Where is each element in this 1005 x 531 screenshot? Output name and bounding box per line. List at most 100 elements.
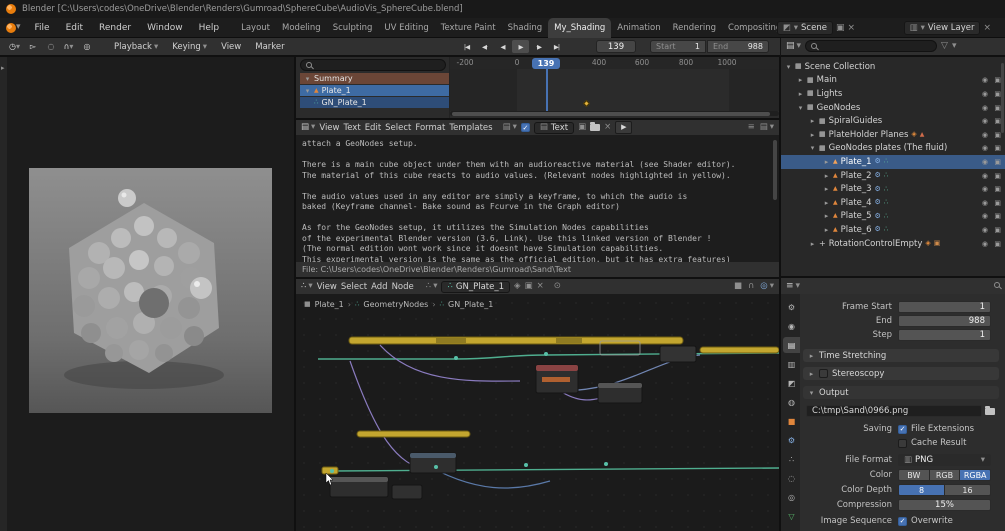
new-scene-icon[interactable] (836, 24, 845, 33)
camera-restrict-icon[interactable] (994, 76, 1001, 84)
outliner-row[interactable]: Lights (781, 87, 1005, 101)
run-script-button[interactable] (615, 121, 633, 134)
expand-icon[interactable] (809, 131, 816, 139)
camera-restrict-icon[interactable] (994, 226, 1001, 234)
eye-icon[interactable] (982, 199, 988, 207)
view-layer-selector[interactable]: View Layer (903, 21, 981, 35)
overlays-toggle[interactable] (760, 282, 774, 291)
new-text-icon[interactable] (578, 123, 586, 132)
geometry-nodes-icon[interactable] (884, 199, 888, 206)
copy-datablock-icon[interactable] (525, 282, 533, 291)
depth-8-button[interactable]: 8 (898, 484, 945, 496)
frame-end-field[interactable]: End 988 (707, 40, 769, 53)
menu-add[interactable]: Add (371, 282, 387, 292)
modifier-icon[interactable] (875, 172, 881, 179)
menu-keying[interactable]: Keying (172, 42, 207, 52)
editor-type-text-button[interactable] (301, 123, 315, 132)
expand-icon[interactable] (809, 144, 816, 152)
camera-restrict-icon[interactable] (994, 172, 1001, 180)
play-reverse-button[interactable] (494, 40, 511, 53)
unlink-scene-icon[interactable] (847, 24, 855, 33)
expand-icon[interactable] (809, 240, 816, 248)
outliner-row[interactable]: PlateHolder Planes (781, 128, 1005, 142)
expand-icon[interactable] (823, 172, 830, 180)
outliner-scrollbar[interactable] (1001, 63, 1004, 133)
outliner-row[interactable]: Plate_6 (781, 223, 1005, 237)
editor-type-node-button[interactable] (301, 282, 313, 291)
word-wrap-icon[interactable] (748, 123, 755, 132)
menu-select[interactable]: Select (385, 123, 411, 133)
sidebar-toggle-icon[interactable] (1, 65, 5, 72)
output-path-field[interactable]: C:\tmp\Sand\0966.png (806, 405, 982, 417)
menu-view[interactable]: View (221, 42, 241, 52)
camera-restrict-icon[interactable] (994, 240, 1001, 248)
eye-icon[interactable] (982, 131, 988, 139)
camera-restrict-icon[interactable] (994, 90, 1001, 98)
properties-tab-view-layer[interactable] (783, 356, 800, 372)
menu-view[interactable]: View (319, 123, 339, 133)
text-scrollbar[interactable] (773, 140, 777, 200)
editor-type-timeline-button[interactable] (6, 40, 23, 53)
jump-to-end-button[interactable] (548, 40, 565, 53)
keyframe-diamond[interactable] (582, 99, 591, 108)
snap-icon[interactable] (734, 282, 742, 291)
expand-icon[interactable] (823, 158, 830, 166)
frame-start-field[interactable]: Start 1 (650, 40, 706, 53)
menu-text[interactable]: Text (343, 123, 360, 133)
filter-icon[interactable] (941, 42, 948, 51)
time-stretching-panel[interactable]: Time Stretching (803, 349, 999, 362)
workspace-tab[interactable]: Modeling (276, 18, 327, 38)
menu-view[interactable]: View (317, 282, 337, 292)
search-icon[interactable] (994, 282, 1000, 288)
outliner-row[interactable]: Main (781, 74, 1005, 88)
modifier-icon[interactable] (875, 226, 881, 233)
cache-result-checkbox[interactable] (898, 438, 907, 448)
camera-restrict-icon[interactable] (994, 117, 1001, 125)
properties-tab-world[interactable] (783, 394, 800, 410)
menu-node[interactable]: Node (392, 282, 414, 292)
close-text-icon[interactable] (604, 123, 611, 132)
editor-type-outliner-button[interactable] (786, 42, 801, 51)
eye-icon[interactable] (982, 90, 988, 98)
outliner-row[interactable]: Plate_3 (781, 182, 1005, 196)
workspace-tab[interactable]: UV Editing (378, 18, 434, 38)
outliner-row[interactable]: GeoNodes (781, 101, 1005, 115)
menu-edit[interactable]: Edit (58, 18, 91, 38)
properties-tab-output[interactable] (783, 337, 800, 353)
node-group-browse[interactable] (426, 282, 438, 291)
expand-icon[interactable] (809, 117, 816, 125)
outliner-row-selected[interactable]: Plate_1 (781, 155, 1005, 169)
jump-to-start-button[interactable] (458, 40, 475, 53)
snap-magnet-button[interactable] (60, 40, 77, 53)
stereoscopy-checkbox[interactable] (819, 369, 828, 378)
text-options-icon[interactable] (760, 123, 774, 132)
tweak-tool-icon[interactable] (42, 40, 59, 53)
remove-view-layer-icon[interactable] (983, 24, 991, 33)
menu-marker[interactable]: Marker (255, 42, 284, 52)
outliner-row[interactable]: RotationControlEmpty (781, 237, 1005, 251)
workspace-tab[interactable]: Layout (235, 18, 276, 38)
modifier-icon[interactable] (875, 186, 881, 193)
workspace-tab[interactable]: Sculpting (327, 18, 379, 38)
overwrite-checkbox[interactable] (898, 516, 907, 526)
frame-end-field[interactable]: 988 (898, 315, 991, 327)
current-frame-line[interactable] (546, 68, 548, 111)
properties-tab-render[interactable] (783, 318, 800, 334)
menu-edit[interactable]: Edit (365, 123, 381, 133)
modifier-icon[interactable] (875, 213, 881, 220)
geometry-nodes-icon[interactable] (884, 158, 888, 165)
next-keyframe-button[interactable] (530, 40, 547, 53)
geometry-nodes-icon[interactable] (884, 172, 888, 179)
camera-restrict-icon[interactable] (994, 131, 1001, 139)
file-extensions-checkbox[interactable] (898, 424, 907, 434)
fake-user-icon[interactable] (514, 282, 521, 291)
workspace-tab[interactable]: Animation (611, 18, 666, 38)
play-button[interactable] (512, 40, 529, 53)
channel-plate1[interactable]: Plate_1 (300, 85, 450, 96)
select-tool-icon[interactable] (24, 40, 41, 53)
current-frame-field[interactable]: 139 (596, 40, 636, 53)
menu-templates[interactable]: Templates (449, 123, 492, 133)
expand-icon[interactable] (823, 185, 830, 193)
compression-slider[interactable]: 15% (898, 499, 991, 511)
eye-icon[interactable] (982, 172, 988, 180)
